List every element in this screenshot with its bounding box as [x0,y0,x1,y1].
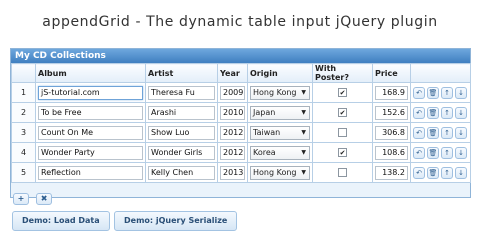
price-input[interactable]: 108.6 [375,145,408,160]
chevron-down-icon: ▼ [301,168,306,176]
append-row-button[interactable]: + [13,193,29,205]
remove-last-row-button[interactable]: ✖ [36,193,53,205]
table-row: 5 Reflection Kelly Chen 2013 Hong Kong ▼ 138.2… [11,162,471,183]
insert-icon[interactable]: ↶ [413,106,425,119]
col-header-origin: Origin [247,63,313,83]
move-up-icon[interactable]: ↑ [441,126,453,139]
album-input[interactable]: jS-tutorial.com [38,85,143,100]
origin-select-value: Japan [253,107,276,117]
grid-caption: My CD Collections [11,49,470,63]
row-actions: ↶ 🗑 ↑ ↓ [410,102,471,123]
move-up-icon[interactable]: ↑ [441,86,453,99]
poster-checkbox[interactable]: ✔ [338,148,347,157]
move-down-icon[interactable]: ↓ [455,106,467,119]
grid-table: Album Artist Year Origin With Poster? Pr… [11,63,471,183]
row-number: 1 [11,82,36,103]
table-row: 1 jS-tutorial.com Theresa Fu 2009 Hong Kong ▼… [11,82,471,103]
remove-icon[interactable]: 🗑 [427,166,439,179]
col-header-price: Price [372,63,411,83]
artist-input[interactable]: Wonder Girls [148,145,215,160]
move-down-icon[interactable]: ↓ [455,166,467,179]
price-input[interactable]: 138.2 [375,165,408,180]
year-input[interactable]: 2010 [220,105,245,120]
year-input[interactable]: 2012 [220,125,245,140]
row-number: 2 [11,102,36,123]
insert-icon[interactable]: ↶ [413,126,425,139]
col-header-year: Year [217,63,248,83]
origin-select[interactable]: Japan ▼ [250,105,310,120]
poster-checkbox[interactable]: ✔ [338,108,347,117]
album-input[interactable]: Reflection [38,165,143,180]
row-number: 3 [11,122,36,143]
origin-select-value: Hong Kong [253,87,297,97]
price-input[interactable]: 306.8 [375,125,408,140]
price-input[interactable]: 152.6 [375,105,408,120]
row-actions: ↶ 🗑 ↑ ↓ [410,142,471,163]
header-row: Album Artist Year Origin With Poster? Pr… [11,63,471,83]
insert-icon[interactable]: ↶ [413,166,425,179]
insert-icon[interactable]: ↶ [413,86,425,99]
col-header-actions [410,63,471,83]
move-down-icon[interactable]: ↓ [455,146,467,159]
col-header-poster: With Poster? [312,63,373,83]
table-row: 3 Count On Me Show Luo 2012 Taiwan ▼ 306.8 ↶ 🗑 ↑ ↓ [11,122,471,143]
insert-icon[interactable]: ↶ [413,146,425,159]
year-input[interactable]: 2012 [220,145,245,160]
remove-icon[interactable]: 🗑 [427,146,439,159]
move-up-icon[interactable]: ↑ [441,146,453,159]
page-title: appendGrid - The dynamic table input jQu… [42,14,438,30]
price-input[interactable]: 168.9 [375,85,408,100]
row-actions: ↶ 🗑 ↑ ↓ [410,122,471,143]
col-header-album: Album [35,63,146,83]
row-number: 5 [11,162,36,183]
poster-checkbox[interactable] [338,168,347,177]
load-data-button[interactable]: Demo: Load Data [12,211,110,231]
origin-select[interactable]: Hong Kong ▼ [250,85,310,100]
chevron-down-icon: ▼ [301,148,306,156]
row-actions: ↶ 🗑 ↑ ↓ [410,162,471,183]
origin-select-value: Korea [253,147,276,157]
remove-icon[interactable]: 🗑 [427,86,439,99]
move-down-icon[interactable]: ↓ [455,86,467,99]
jquery-serialize-button[interactable]: Demo: jQuery Serialize [114,211,238,231]
move-up-icon[interactable]: ↑ [441,106,453,119]
chevron-down-icon: ▼ [301,128,306,136]
origin-select[interactable]: Korea ▼ [250,145,310,160]
artist-input[interactable]: Show Luo [148,125,215,140]
row-actions: ↶ 🗑 ↑ ↓ [410,82,471,103]
cd-collection-grid: My CD Collections Album Artist Year Orig… [10,48,471,205]
year-input[interactable]: 2009 [220,85,245,100]
year-input[interactable]: 2013 [220,165,245,180]
remove-icon[interactable]: 🗑 [427,106,439,119]
origin-select-value: Taiwan [253,127,281,137]
table-row: 4 Wonder Party Wonder Girls 2012 Korea ▼ ✔ 108.… [11,142,471,163]
artist-input[interactable]: Theresa Fu [148,85,215,100]
chevron-down-icon: ▼ [301,108,306,116]
move-up-icon[interactable]: ↑ [441,166,453,179]
chevron-down-icon: ▼ [301,88,306,96]
remove-icon[interactable]: 🗑 [427,126,439,139]
origin-select[interactable]: Hong Kong ▼ [250,165,310,180]
origin-select[interactable]: Taiwan ▼ [250,125,310,140]
origin-select-value: Hong Kong [253,167,297,177]
table-row: 2 To be Free Arashi 2010 Japan ▼ ✔ 152.6 ↶ 🗑 ↑ ↓ [11,102,471,123]
grid-footer: + ✖ [11,183,470,205]
row-number: 4 [11,142,36,163]
artist-input[interactable]: Arashi [148,105,215,120]
col-header-artist: Artist [145,63,218,83]
album-input[interactable]: Count On Me [38,125,143,140]
poster-checkbox[interactable]: ✔ [338,88,347,97]
poster-checkbox[interactable] [338,128,347,137]
album-input[interactable]: To be Free [38,105,143,120]
album-input[interactable]: Wonder Party [38,145,143,160]
col-header-rownum [11,63,36,83]
artist-input[interactable]: Kelly Chen [148,165,215,180]
move-down-icon[interactable]: ↓ [455,126,467,139]
